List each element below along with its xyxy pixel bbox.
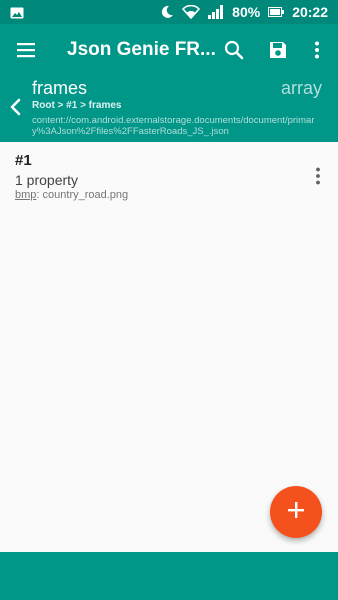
item-property-preview: bmp: country_road.png [15,189,128,201]
item-more-icon[interactable] [314,166,322,186]
clock: 20:22 [292,4,328,20]
image-icon [10,6,24,24]
breadcrumb[interactable]: Root > #1 > frames [32,100,121,111]
bottom-bar [0,552,338,600]
status-bar: 80% 20:22 [0,0,338,24]
menu-icon[interactable] [14,38,38,62]
node-type: array [280,78,322,98]
item-title: #1 [15,152,32,169]
moon-icon [160,5,174,19]
battery-percent: 80% [232,4,261,20]
property-key: bmp [15,189,37,201]
save-icon[interactable] [266,38,290,62]
battery-icon [268,7,285,17]
file-uri: content://com.android.externalstorage.do… [32,115,315,137]
property-value: country_road.png [42,189,129,201]
more-vertical-icon[interactable] [305,38,329,62]
app-bar: Json Genie FR... [0,24,338,76]
back-chevron-icon[interactable] [6,97,26,117]
wifi-icon [182,5,201,19]
item-property-count: 1 property [15,172,79,188]
add-fab-button[interactable] [270,486,322,538]
search-icon[interactable] [222,38,246,62]
node-name: frames [32,78,88,98]
path-header: frames array Root > #1 > frames content:… [0,76,338,142]
list-item[interactable]: #1 1 property bmp: country_road.png [0,142,338,210]
app-title: Json Genie FR... [67,39,216,60]
signal-icon [208,5,224,19]
plus-icon [287,501,305,524]
